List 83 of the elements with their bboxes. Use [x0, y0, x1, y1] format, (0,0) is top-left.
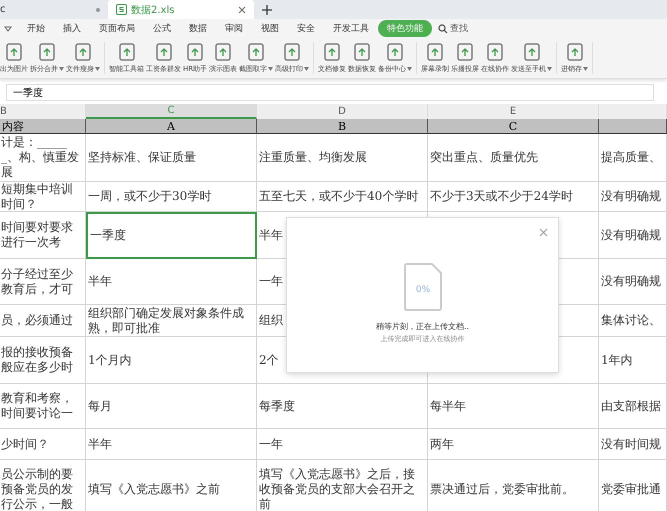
document-icon [154, 42, 174, 62]
search-icon [438, 24, 448, 34]
document-icon [37, 42, 57, 62]
table-cell: 两年 [428, 429, 599, 460]
table-cell: 没有明确规 [599, 259, 667, 305]
document-icon [322, 42, 342, 62]
plus-icon [262, 4, 272, 14]
table-cell: 由支部根据 [599, 384, 667, 429]
table-cell: 每半年 [428, 384, 599, 429]
table-cell: 集体讨论、 [599, 305, 667, 337]
formula-field[interactable]: 一季度 [6, 84, 654, 101]
column-header[interactable]: E [428, 104, 599, 119]
menu-tab[interactable]: 公式 [144, 20, 180, 37]
document-tab[interactable]: 数据2.xls [108, 0, 254, 19]
document-icon [385, 42, 406, 62]
table-cell: 突出重点、质量优先 [428, 134, 599, 182]
table-cell: 一周，或不少于30学时 [86, 182, 257, 212]
table-cell: 党委审批通 [599, 460, 667, 511]
document-icon [352, 42, 372, 62]
table-cell: 每月 [86, 384, 257, 429]
document-icon [425, 42, 446, 62]
table-cell: 计是：______、构、慎重发展 [0, 134, 86, 182]
table-cell: 坚持标准、保证质量 [86, 134, 257, 182]
document-icon [116, 42, 136, 62]
close-icon[interactable] [238, 6, 246, 14]
table-cell: 没有明确规 [599, 212, 667, 259]
document-icon [485, 42, 506, 62]
spreadsheet-icon [116, 4, 127, 15]
document-icon [246, 42, 266, 62]
document-icon [185, 42, 206, 62]
menu-tab[interactable]: 页面布局 [90, 20, 144, 37]
table-cell: 短期集中培训时间？ [0, 182, 86, 212]
document-icon [564, 42, 585, 62]
table-cell: 半年 [86, 429, 257, 460]
menu-tab[interactable]: 开始 [18, 20, 54, 37]
document-icon [455, 42, 476, 62]
table-cell: 报的接收预备般应在多少时 [0, 337, 86, 384]
table-cell: 票决通过后，党委审批前。 [428, 460, 599, 511]
column-header[interactable]: B [0, 104, 86, 119]
menu-tab[interactable]: 审阅 [216, 20, 252, 37]
menu-tab[interactable]: 插入 [54, 20, 90, 37]
document-icon [213, 42, 234, 62]
table-cell: 一季度 [86, 212, 257, 259]
document-icon [73, 42, 93, 62]
table-cell: 填写《入党志愿书》之后，接收预备党员的支部大会召开之前 [257, 460, 428, 511]
table-cell: 教育和考察，时间要讨论一 [0, 384, 86, 429]
close-icon[interactable] [539, 228, 548, 237]
header-cell [599, 119, 667, 134]
header-cell: B [257, 119, 428, 134]
menu-tab[interactable]: 视图 [252, 20, 288, 37]
table-cell: 少时间？ [0, 429, 86, 460]
progress-text: 0% [415, 285, 430, 295]
table-cell: 不少于3天或不少于24学时 [428, 182, 599, 212]
column-header[interactable]: D [257, 104, 428, 119]
search-button[interactable]: 查找 [438, 22, 468, 35]
table-cell: 每季度 [257, 384, 428, 429]
caret-icon[interactable] [4, 26, 12, 32]
menu-tab[interactable]: 数据 [180, 20, 216, 37]
header-cell: C [428, 119, 599, 134]
table-cell: 提高质量、 [599, 134, 667, 182]
table-cell: 没有明确规 [599, 182, 667, 212]
table-cell: 1个月内 [86, 337, 257, 384]
table-cell: 五至七天，或不少于40个学时 [257, 182, 428, 212]
document-icon [522, 42, 542, 62]
header-cell: A [86, 119, 257, 134]
header-cell: 内容 [0, 119, 86, 134]
document-icon [4, 42, 24, 62]
table-cell: 半年 [86, 259, 257, 305]
table-cell: 注重质量、均衡发展 [257, 134, 428, 182]
table-cell: 填写《入党志愿书》之前 [86, 460, 257, 511]
menu-tab[interactable]: 开发工具 [324, 20, 378, 37]
table-cell: 员，必须通过 [0, 305, 86, 337]
table-cell: 分子经过至少教育后，才可 [0, 259, 86, 305]
table-cell: 1年内 [599, 337, 667, 384]
document-icon [282, 42, 302, 62]
table-cell: 员公示制的要预备党员的发行公示，一般 [0, 460, 86, 511]
document-tab[interactable]: c [0, 0, 108, 19]
table-cell: 没有时间规 [599, 429, 667, 460]
menu-tab[interactable]: 安全 [288, 20, 324, 37]
table-cell: 一年 [257, 429, 428, 460]
table-cell: 组织部门确定发展对象条件成熟，即可批准 [86, 305, 257, 337]
table-cell: 时间要对要求进行一次考 [0, 212, 86, 259]
dot-icon [96, 8, 100, 12]
